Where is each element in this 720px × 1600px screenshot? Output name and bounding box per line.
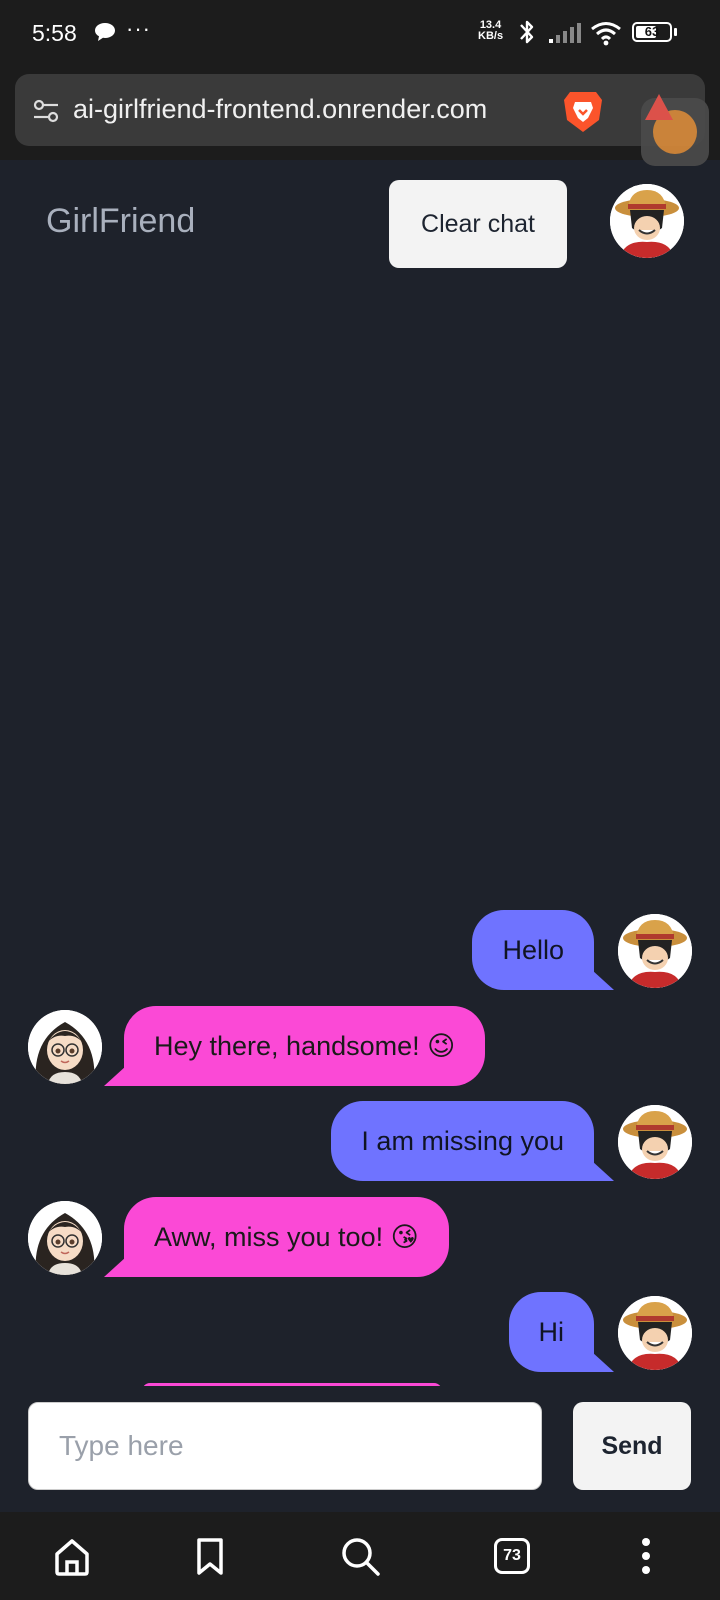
- home-icon[interactable]: [48, 1532, 96, 1580]
- user-avatar[interactable]: [610, 184, 684, 258]
- user-avatar-image: [610, 184, 684, 258]
- user-message-bubble: Hello: [472, 910, 594, 990]
- user-avatar: [618, 914, 692, 988]
- floating-app-bubble[interactable]: [641, 94, 709, 166]
- app-title: GirlFriend: [46, 202, 196, 240]
- browser-address-bar-area: ai-girlfriend-frontend.onrender.com: [0, 68, 720, 160]
- user-bubble-tail: [592, 1161, 614, 1181]
- network-speed: 13.4 KB/s: [478, 20, 503, 42]
- url-text[interactable]: ai-girlfriend-frontend.onrender.com: [73, 94, 487, 125]
- more-menu-icon[interactable]: [622, 1532, 670, 1580]
- user-message-row: Hi: [0, 1292, 720, 1376]
- bot-avatar: [28, 1010, 102, 1084]
- bot-message-bubble: Hey there, handsome! 😉: [124, 1006, 486, 1086]
- user-avatar: [618, 1105, 692, 1179]
- bookmark-icon[interactable]: [186, 1532, 234, 1580]
- battery-tip: [674, 28, 677, 36]
- bot-bubble-tail: [104, 1257, 126, 1277]
- user-bubble-tail: [592, 970, 614, 990]
- tab-switcher-button[interactable]: 73: [494, 1538, 530, 1574]
- status-time: 5:58: [32, 20, 77, 46]
- message-composer: Send: [0, 1386, 720, 1512]
- user-message-row: I am missing you: [0, 1101, 720, 1185]
- speed-unit: KB/s: [478, 30, 504, 42]
- user-message-row: Hello: [0, 910, 720, 994]
- bluetooth-icon: [520, 20, 534, 44]
- bot-message-row: Hey there, handsome! 😉: [0, 1006, 720, 1090]
- user-message-bubble: Hi: [508, 1292, 594, 1372]
- battery-indicator: 63: [632, 22, 672, 42]
- wifi-icon: [591, 22, 621, 46]
- bot-avatar: [28, 1201, 102, 1275]
- send-button[interactable]: Send: [573, 1402, 691, 1490]
- status-bar: 5:58 ··· 13.4 KB/s 63: [0, 0, 720, 68]
- user-message-bubble: I am missing you: [331, 1101, 594, 1181]
- bot-message-row: Aww, miss you too! 😘: [0, 1197, 720, 1281]
- user-bubble-tail: [592, 1352, 614, 1372]
- battery-percent: 63: [644, 24, 660, 39]
- browser-bottom-nav: 73: [0, 1512, 720, 1600]
- signal-icon: [549, 23, 581, 43]
- clear-chat-button[interactable]: Clear chat: [389, 180, 567, 268]
- message-input[interactable]: [28, 1402, 542, 1490]
- search-icon[interactable]: [336, 1532, 384, 1580]
- brave-shields-icon[interactable]: [560, 88, 606, 136]
- bot-bubble-tail: [104, 1066, 126, 1086]
- user-avatar: [618, 1296, 692, 1370]
- bot-message-bubble: Aww, miss you too! 😘: [124, 1197, 449, 1277]
- site-settings-icon[interactable]: [31, 96, 61, 126]
- address-bar[interactable]: ai-girlfriend-frontend.onrender.com: [15, 74, 705, 146]
- floating-bubble-badge-icon: [645, 94, 673, 120]
- more-notifications-icon: ···: [126, 16, 151, 41]
- chat-notification-icon: [95, 23, 115, 41]
